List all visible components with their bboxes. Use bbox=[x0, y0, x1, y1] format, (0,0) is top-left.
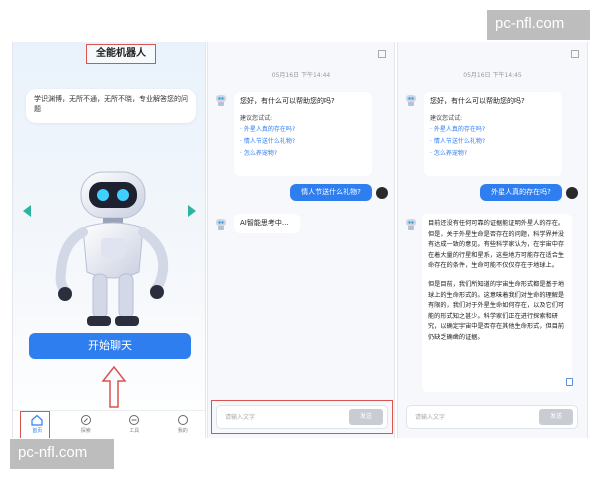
greeting-bubble: 您好，有什么可以帮助您的吗? 建议您试试: · 外星人真的存在吗? · 情人节送… bbox=[234, 92, 372, 176]
copy-icon[interactable] bbox=[566, 378, 573, 386]
chat-screen-2: 05月16日 下午14:45 您好，有什么可以帮助您的吗? 建议您试试: · 外… bbox=[397, 42, 588, 438]
home-icon bbox=[31, 414, 43, 426]
compass-icon bbox=[80, 415, 91, 425]
tab-tools[interactable]: 工具 bbox=[110, 411, 159, 438]
suggest-title: 建议您试试: bbox=[240, 115, 273, 122]
intro-bubble: 学识渊博，无所不通，无所不晓，专业解答您的问题 bbox=[26, 89, 196, 123]
tab-label: 探索 bbox=[80, 428, 91, 434]
send-button[interactable]: 发送 bbox=[349, 409, 383, 425]
tab-explore[interactable]: 探索 bbox=[62, 411, 111, 438]
tab-profile[interactable]: 我的 bbox=[159, 411, 206, 438]
carousel-prev-icon[interactable] bbox=[23, 205, 31, 217]
tab-home[interactable]: 首页 bbox=[13, 411, 62, 438]
bottom-tab-bar: 首页 探索 工具 我的 bbox=[13, 410, 206, 438]
suggestion-link[interactable]: · 怎么养宠物? bbox=[430, 148, 556, 160]
greeting-bubble: 您好，有什么可以帮助您的吗? 建议您试试: · 外星人真的存在吗? · 情人节送… bbox=[424, 92, 562, 176]
chat-input[interactable]: 请输入文字 发送 bbox=[216, 405, 388, 429]
tab-label: 首页 bbox=[32, 428, 43, 434]
chat-input[interactable]: 请输入文字 发送 bbox=[406, 405, 578, 429]
tool-icon bbox=[129, 415, 140, 425]
greeting-text: 您好，有什么可以帮助您的吗? bbox=[430, 97, 525, 105]
user-avatar bbox=[376, 187, 388, 199]
chat-screen-1: 05月16日 下午14:44 您好，有什么可以帮助您的吗? 建议您试试: · 外… bbox=[207, 42, 395, 438]
answer-bubble: 目前还没有任何可靠的证据能证明外星人的存在。但是，关于外星生命是否存在的问题，科… bbox=[422, 214, 572, 392]
user-message-bubble: 外星人真的存在吗? bbox=[480, 184, 562, 201]
app-title: 全能机器人 bbox=[86, 44, 156, 64]
user-message-bubble: 情人节送什么礼物? bbox=[290, 184, 372, 201]
home-screen: 全能机器人 学识渊博，无所不通，无所不晓，专业解答您的问题 开始聊天 首页 探索… bbox=[12, 42, 206, 438]
answer-paragraph-1: 目前还没有任何可靠的证据能证明外星人的存在。但是，关于外星生命是否存在的问题，科… bbox=[428, 220, 565, 270]
up-arrow-annotation-icon bbox=[101, 365, 127, 408]
watermark: pc-nfl.com bbox=[10, 439, 114, 469]
suggestion-link[interactable]: · 情人节送什么礼物? bbox=[240, 136, 366, 148]
watermark: pc-nfl.com bbox=[487, 10, 590, 40]
suggestion-link[interactable]: · 外星人真的存在吗? bbox=[240, 124, 366, 136]
suggestion-link[interactable]: · 怎么养宠物? bbox=[240, 148, 366, 160]
suggestion-link[interactable]: · 情人节送什么礼物? bbox=[430, 136, 556, 148]
greeting-text: 您好，有什么可以帮助您的吗? bbox=[240, 97, 335, 105]
suggestion-link[interactable]: · 外星人真的存在吗? bbox=[430, 124, 556, 136]
tab-label: 我的 bbox=[177, 428, 188, 434]
user-avatar bbox=[566, 187, 578, 199]
robot-illustration bbox=[55, 171, 169, 326]
bot-avatar-icon bbox=[406, 95, 416, 106]
bot-avatar-icon bbox=[216, 95, 226, 106]
tab-label: 工具 bbox=[129, 428, 140, 434]
send-button[interactable]: 发送 bbox=[539, 409, 573, 425]
user-icon bbox=[177, 415, 188, 425]
chat-timestamp: 05月16日 下午14:45 bbox=[463, 72, 522, 79]
share-icon[interactable] bbox=[378, 50, 386, 58]
suggest-title: 建议您试试: bbox=[430, 115, 463, 122]
thinking-bubble: AI智能思考中... bbox=[234, 214, 300, 233]
input-placeholder: 请输入文字 bbox=[415, 414, 446, 421]
carousel-next-icon[interactable] bbox=[188, 205, 196, 217]
input-placeholder: 请输入文字 bbox=[225, 414, 256, 421]
share-icon[interactable] bbox=[571, 50, 579, 58]
bot-avatar-icon bbox=[216, 219, 226, 230]
answer-paragraph-2: 但是目前，我们所知道的宇宙生命形式都是基于地球上的生命形式的。这意味着我们对生命… bbox=[428, 280, 565, 341]
screenshot-stage: 全能机器人 学识渊博，无所不通，无所不晓，专业解答您的问题 开始聊天 首页 探索… bbox=[0, 0, 600, 480]
start-chat-button[interactable]: 开始聊天 bbox=[29, 333, 191, 359]
bot-avatar-icon bbox=[406, 219, 416, 230]
chat-timestamp: 05月16日 下午14:44 bbox=[271, 72, 331, 79]
